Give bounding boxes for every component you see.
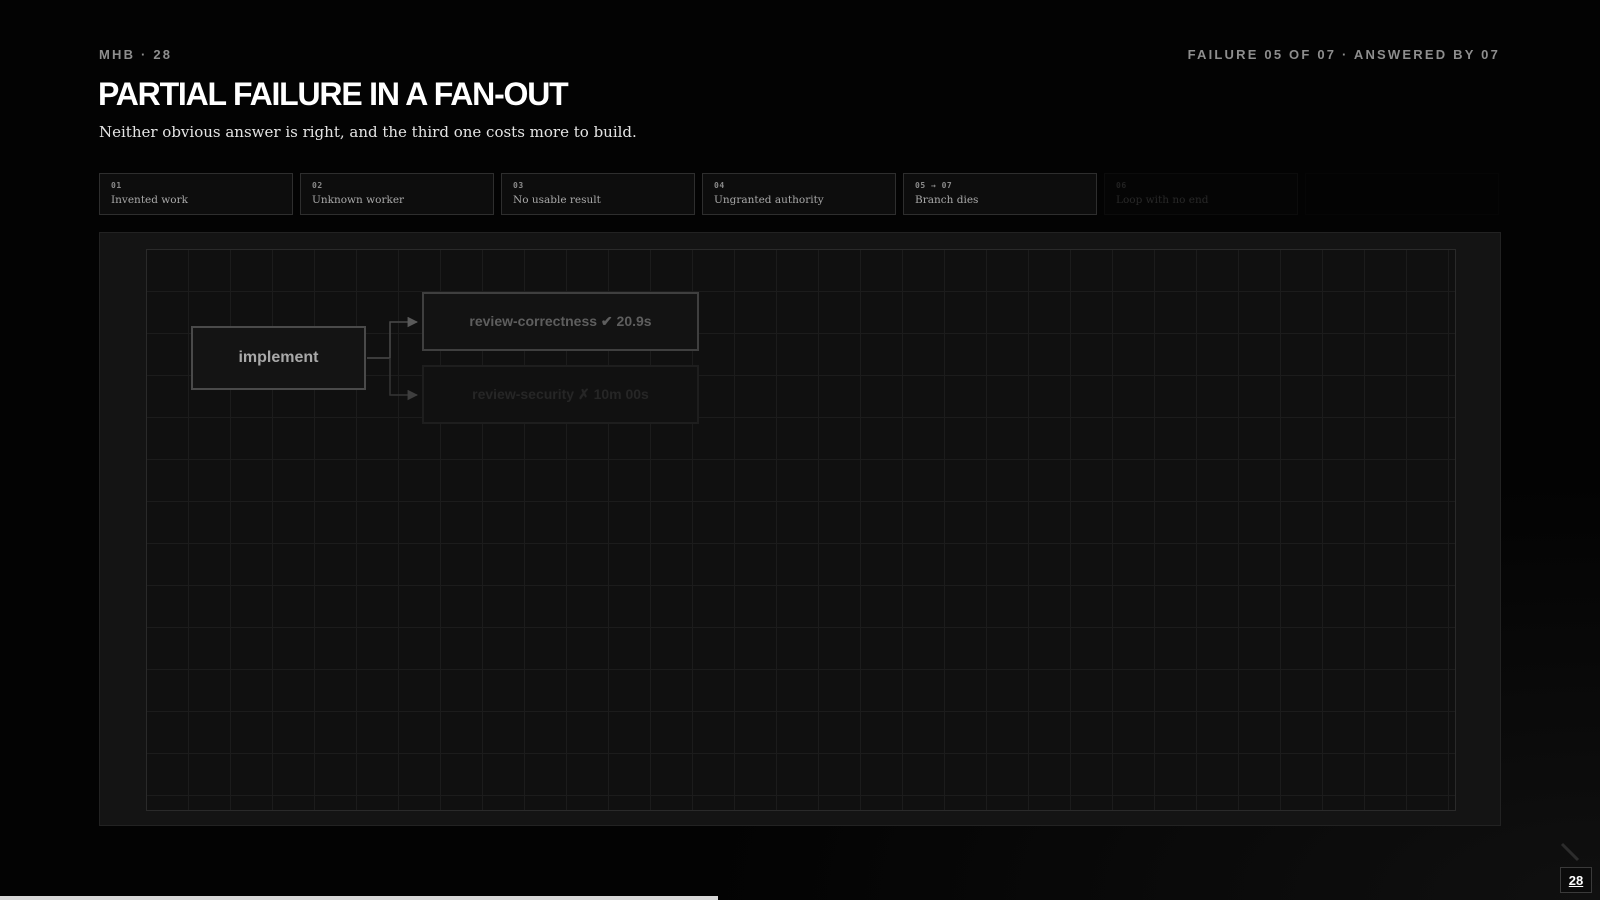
failure-counter: FAILURE 05 OF 07 · ANSWERED BY 07 [1187,47,1500,62]
step-label: Branch dies [915,194,979,206]
connector-to-correctness [389,316,419,358]
step-tab-02[interactable]: 02 Unknown worker [300,173,494,215]
page-title: PARTIAL FAILURE IN A FAN-OUT [98,76,569,112]
step-tab-01[interactable]: 01 Invented work [99,173,293,215]
step-tab-04[interactable]: 04 Ungranted authority [702,173,896,215]
step-tab-05[interactable]: 05 → 07 Branch dies [903,173,1097,215]
step-number: 04 [714,181,725,190]
step-label: Loop with no end [1116,194,1209,206]
page-number-button[interactable]: 28 [1560,867,1592,893]
step-number: 05 → 07 [915,181,953,190]
failure-steps-nav: 01 Invented work 02 Unknown worker 03 No… [99,173,1501,217]
corner-chevron-icon [1560,842,1580,862]
step-number: 03 [513,181,524,190]
page-subtitle: Neither obvious answer is right, and the… [99,123,637,141]
step-label: Invented work [111,194,189,206]
step-number: 02 [312,181,323,190]
deck-label: MHB · 28 [99,47,173,62]
step-label: No usable result [513,194,601,206]
node-review-correctness[interactable]: review-correctness ✔ 20.9s [422,292,699,351]
connector-to-security [389,358,419,401]
step-label: Ungranted authority [714,194,824,206]
step-number: 01 [111,181,122,190]
step-tab-06[interactable]: 06 Loop with no end [1104,173,1298,215]
deck-progress-bar [0,896,719,900]
slide: { "header": { "eyebrow_left": "MHB · 28"… [0,0,1600,900]
step-label: Unknown worker [312,194,405,206]
diagram-stage: implement review-correctness ✔ 20.9s rev… [99,232,1501,826]
node-implement[interactable]: implement [191,326,366,390]
step-tab-07[interactable] [1305,173,1499,215]
diagram-canvas: implement review-correctness ✔ 20.9s rev… [146,249,1456,811]
step-number: 06 [1116,181,1127,190]
node-review-security[interactable]: review-security ✗ 10m 00s [422,365,699,424]
step-tab-03[interactable]: 03 No usable result [501,173,695,215]
